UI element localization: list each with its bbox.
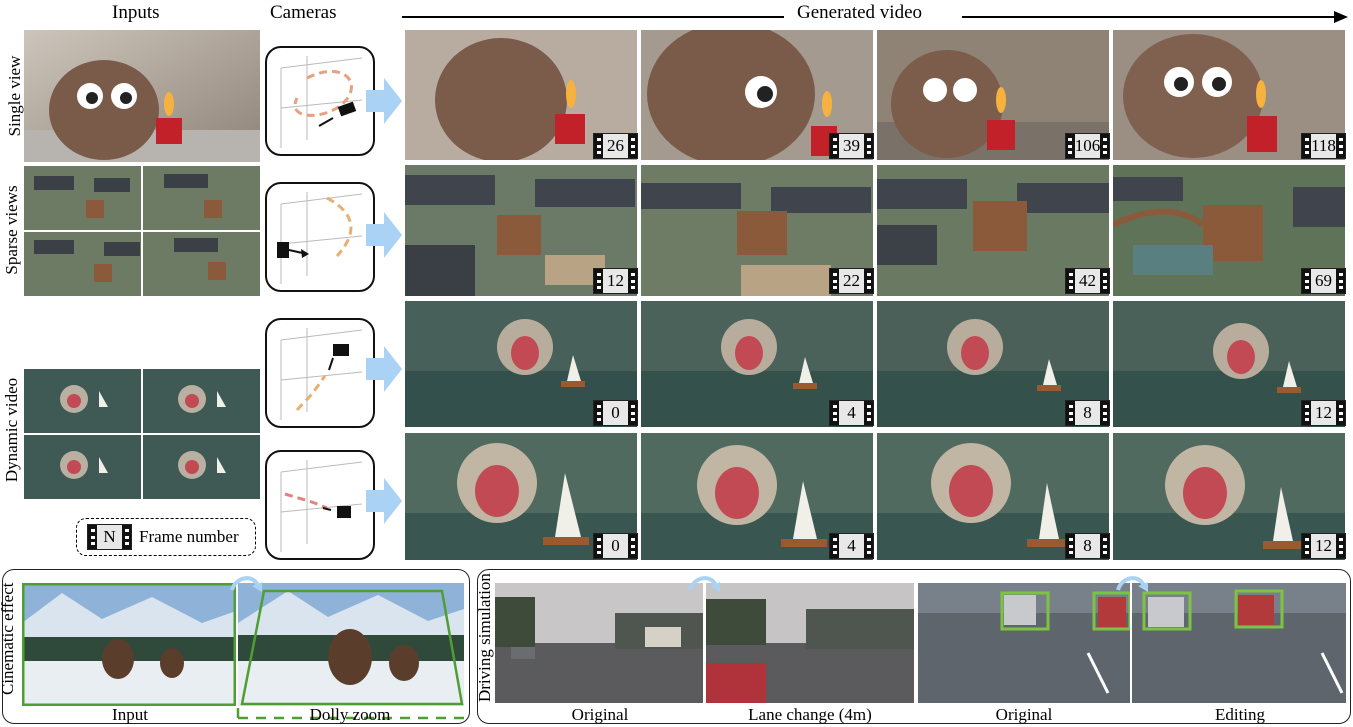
frame-number-badge: 0	[593, 533, 638, 559]
frame-number-badge: 8	[1065, 400, 1110, 426]
arrow-right-icon	[366, 78, 402, 124]
input-image-creature	[24, 30, 260, 162]
row-label-driving-simulation: Driving simulation	[475, 573, 494, 702]
caption-original-1: Original	[571, 705, 629, 724]
curved-arrow-icon	[1116, 576, 1148, 592]
caption-input: Input	[112, 705, 148, 724]
frame-number-badge: 39	[829, 133, 874, 159]
frame-number-badge: 12	[1301, 400, 1346, 426]
input-images-village	[24, 166, 260, 296]
camera-trajectory-3	[265, 318, 375, 428]
driving-original-1	[495, 583, 703, 703]
cinematic-input-image	[22, 583, 236, 706]
inputs-header: Inputs	[112, 2, 160, 23]
frame-number-badge: 4	[829, 533, 874, 559]
generated-video-header: Generated video	[797, 2, 923, 23]
input-images-monkey	[24, 369, 260, 499]
driving-editing	[1132, 583, 1346, 703]
frame-number-badge: 0	[593, 400, 638, 426]
frame-number-badge: 22	[829, 268, 874, 294]
curved-arrow-icon	[230, 576, 262, 592]
curved-arrow-icon	[688, 576, 720, 592]
row-label-cinematic-effect: Cinematic effect	[0, 582, 17, 696]
legend-label: Frame number	[139, 527, 239, 546]
camera-trajectory-4	[265, 450, 375, 560]
camera-trajectory-1	[265, 46, 375, 156]
frame-number-badge: 4	[829, 400, 874, 426]
frame-number-badge: 42	[1065, 268, 1110, 294]
row-label-dynamic-video: Dynamic video	[2, 377, 21, 483]
row-label-sparse-views: Sparse views	[2, 185, 21, 275]
caption-lane-change: Lane change (4m)	[748, 705, 872, 724]
frame-number-legend: N Frame number	[76, 518, 256, 556]
caption-original-2: Original	[995, 705, 1053, 724]
camera-trajectory-2	[265, 182, 375, 292]
cinematic-dolly-image	[238, 583, 464, 706]
caption-dolly-zoom: Dolly zoom	[309, 705, 391, 724]
arrow-right-icon	[366, 346, 402, 392]
frame-number-badge: 12	[593, 268, 638, 294]
arrow-right-icon	[366, 212, 402, 258]
caption-editing: Editing	[1214, 705, 1266, 724]
frame-number-badge: 118	[1301, 133, 1346, 159]
driving-lane-change	[706, 583, 914, 703]
frame-number-badge: 106	[1065, 133, 1110, 159]
frame-number-badge: 69	[1301, 268, 1346, 294]
frame-number-badge: 8	[1065, 533, 1110, 559]
row-label-single-view: Single view	[5, 55, 24, 137]
frame-number-badge: 12	[1301, 533, 1346, 559]
cameras-header: Cameras	[270, 2, 337, 23]
legend-badge: N	[87, 524, 132, 550]
driving-original-2	[918, 583, 1130, 703]
frame-number-badge: 26	[593, 133, 638, 159]
arrow-right-icon	[366, 478, 402, 524]
